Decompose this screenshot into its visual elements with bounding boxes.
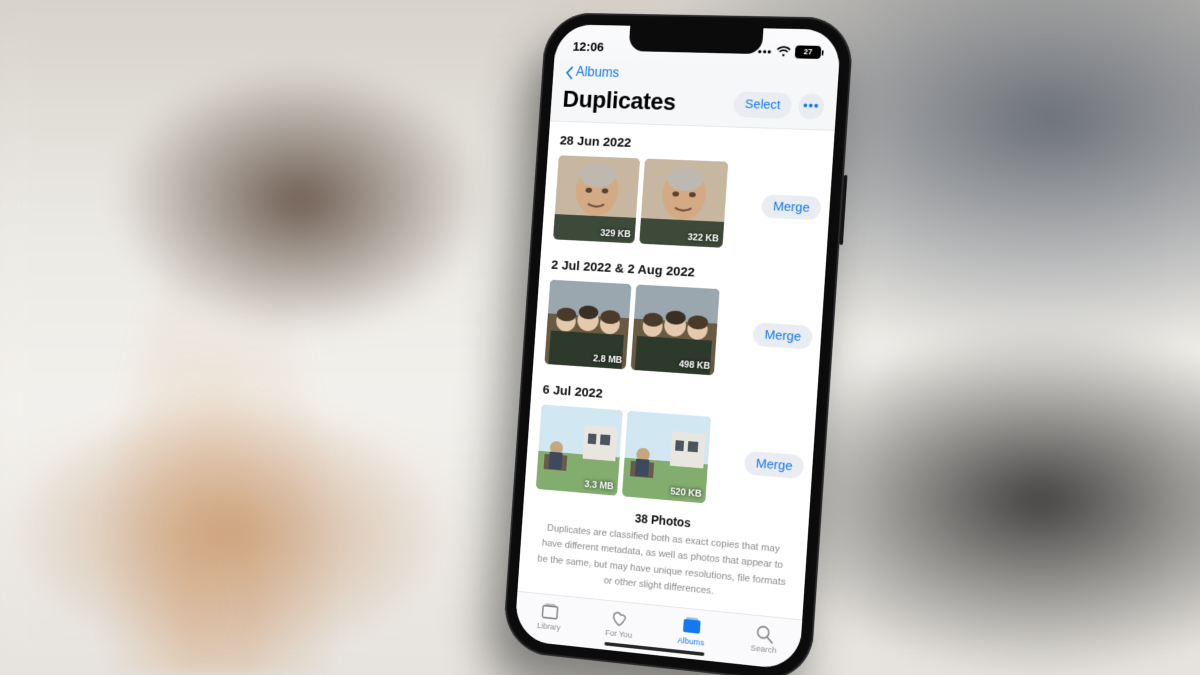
search-icon (754, 623, 776, 644)
photo-thumbnail[interactable]: 329 KB (553, 155, 640, 243)
duplicate-group: 329 KB 322 KB Merge (541, 154, 832, 259)
tab-label: Search (750, 643, 776, 655)
file-size: 2.8 MB (593, 353, 623, 365)
photo-thumbnail[interactable]: 520 KB (622, 410, 711, 503)
file-size: 322 KB (687, 232, 719, 244)
tab-albums[interactable]: Albums (677, 615, 706, 648)
more-button[interactable]: ••• (798, 93, 826, 120)
photo-thumbnail[interactable]: 3.3 MB (536, 404, 623, 495)
status-time: 12:06 (572, 39, 604, 54)
duplicates-list[interactable]: 28 Jun 2022 329 KB 322 KB (518, 121, 835, 614)
merge-button[interactable]: Merge (744, 451, 804, 479)
tab-for-you[interactable]: For You (605, 608, 634, 641)
phone-mockup: 12:06 ••• 27 Albums (502, 12, 854, 675)
wifi-icon (776, 45, 791, 57)
battery-level: 27 (803, 47, 812, 56)
tab-label: Albums (677, 636, 704, 648)
file-size: 3.3 MB (584, 479, 614, 492)
back-label: Albums (575, 65, 619, 81)
chevron-left-icon (564, 65, 575, 80)
library-icon (540, 601, 561, 622)
for-you-icon (609, 608, 630, 629)
status-right: ••• 27 (758, 44, 822, 58)
photo-thumbnail[interactable]: 2.8 MB (544, 279, 631, 369)
albums-icon (681, 615, 702, 636)
tab-label: Library (537, 621, 561, 633)
select-button[interactable]: Select (733, 91, 792, 119)
tab-library[interactable]: Library (537, 601, 563, 633)
photo-thumbnail[interactable]: 322 KB (639, 158, 728, 247)
phone-notch (629, 26, 764, 54)
phone-screen: 12:06 ••• 27 Albums (514, 24, 841, 670)
phone-body: 12:06 ••• 27 Albums (502, 12, 854, 675)
page-title: Duplicates (562, 85, 677, 115)
battery-icon: 27 (795, 45, 822, 59)
back-button[interactable]: Albums (564, 65, 620, 82)
product-photo-scene: 12:06 ••• 27 Albums (0, 0, 1200, 675)
merge-button[interactable]: Merge (761, 194, 821, 220)
file-size: 520 KB (670, 486, 702, 499)
tab-search[interactable]: Search (750, 622, 778, 655)
tab-label: For You (605, 628, 633, 640)
file-size: 329 KB (600, 228, 631, 240)
merge-button[interactable]: Merge (753, 322, 813, 349)
photo-thumbnail[interactable]: 498 KB (631, 284, 720, 375)
file-size: 498 KB (679, 359, 711, 371)
